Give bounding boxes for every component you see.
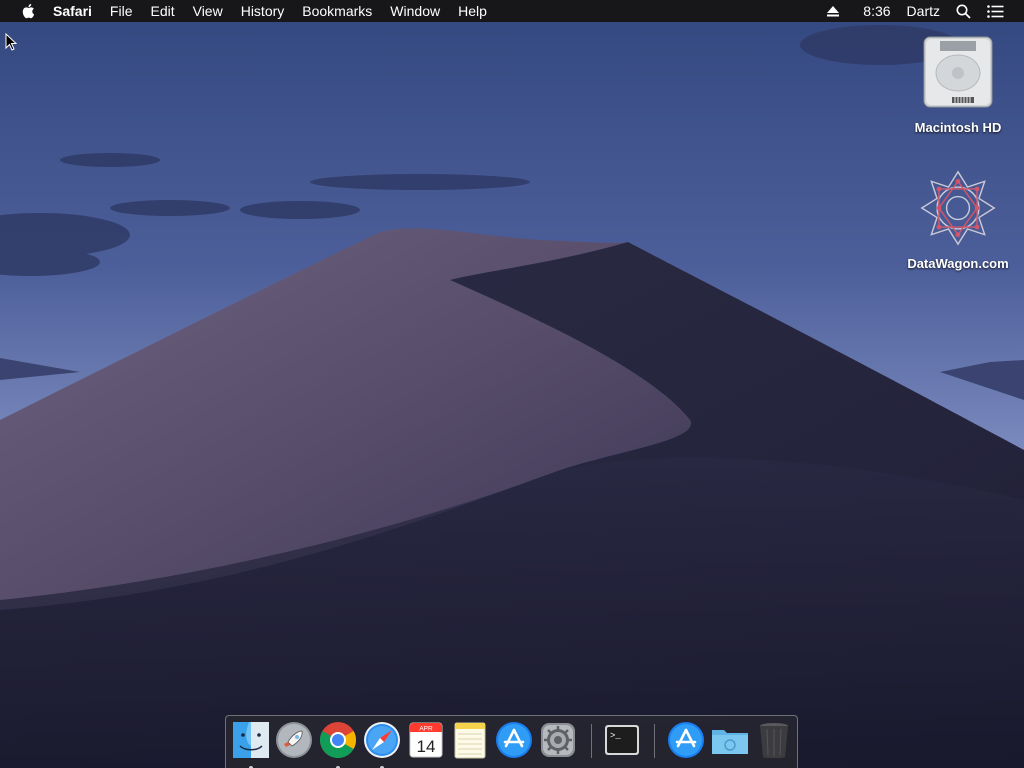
desktop-icon-label: Macintosh HD xyxy=(914,120,1002,135)
dock-terminal-icon[interactable]: >_ xyxy=(602,720,642,760)
dock-applications-folder-icon[interactable] xyxy=(666,720,706,760)
desktop[interactable]: Macintosh HD DataWagon.com xyxy=(0,0,1024,768)
desktop-icon-label: DataWagon.com xyxy=(907,256,1009,271)
dock-safari-icon[interactable] xyxy=(362,720,402,768)
calendar-month: APR xyxy=(419,726,433,733)
desktop-icon-macintosh-hd[interactable]: Macintosh HD xyxy=(898,30,1018,135)
dock-calendar-icon[interactable]: APR 14 xyxy=(406,720,446,760)
hard-drive-icon xyxy=(918,30,998,114)
menu-bookmarks[interactable]: Bookmarks xyxy=(293,0,381,22)
menu-app-name[interactable]: Safari xyxy=(53,0,101,22)
menu-help[interactable]: Help xyxy=(449,0,496,22)
apple-logo-icon[interactable] xyxy=(20,2,36,20)
dock-trash-icon[interactable] xyxy=(754,720,794,760)
menu-edit[interactable]: Edit xyxy=(141,0,183,22)
dock-chrome-icon[interactable] xyxy=(318,720,358,768)
dock-launchpad-icon[interactable] xyxy=(274,720,314,760)
wallpaper xyxy=(0,0,1024,768)
dock-downloads-folder-icon[interactable] xyxy=(710,720,750,760)
dock-notes-icon[interactable] xyxy=(450,720,490,760)
notification-center-icon[interactable] xyxy=(979,4,1012,18)
mouse-pointer-icon xyxy=(5,32,18,56)
desktop-icon-datawagon[interactable]: DataWagon.com xyxy=(898,166,1018,271)
menu-view[interactable]: View xyxy=(184,0,232,22)
menu-history[interactable]: History xyxy=(232,0,294,22)
dock-finder-icon[interactable] xyxy=(231,720,271,768)
menu-window[interactable]: Window xyxy=(381,0,449,22)
menu-user-name[interactable]: Dartz xyxy=(899,0,948,22)
menu-file[interactable]: File xyxy=(101,0,142,22)
menu-bar: Safari File Edit View History Bookmarks … xyxy=(0,0,1024,22)
dock-separator xyxy=(654,724,655,758)
dock: APR 14 >_ xyxy=(225,715,798,768)
dock-separator xyxy=(591,724,592,758)
terminal-prompt: >_ xyxy=(610,731,621,741)
menu-clock[interactable]: 8:36 xyxy=(855,0,898,22)
dock-system-preferences-icon[interactable] xyxy=(538,720,578,760)
spotlight-search-icon[interactable] xyxy=(948,4,979,19)
calendar-day: 14 xyxy=(417,737,436,756)
dock-app-store-icon[interactable] xyxy=(494,720,534,760)
datawagon-logo-icon xyxy=(918,166,998,250)
eject-icon[interactable] xyxy=(819,5,847,17)
